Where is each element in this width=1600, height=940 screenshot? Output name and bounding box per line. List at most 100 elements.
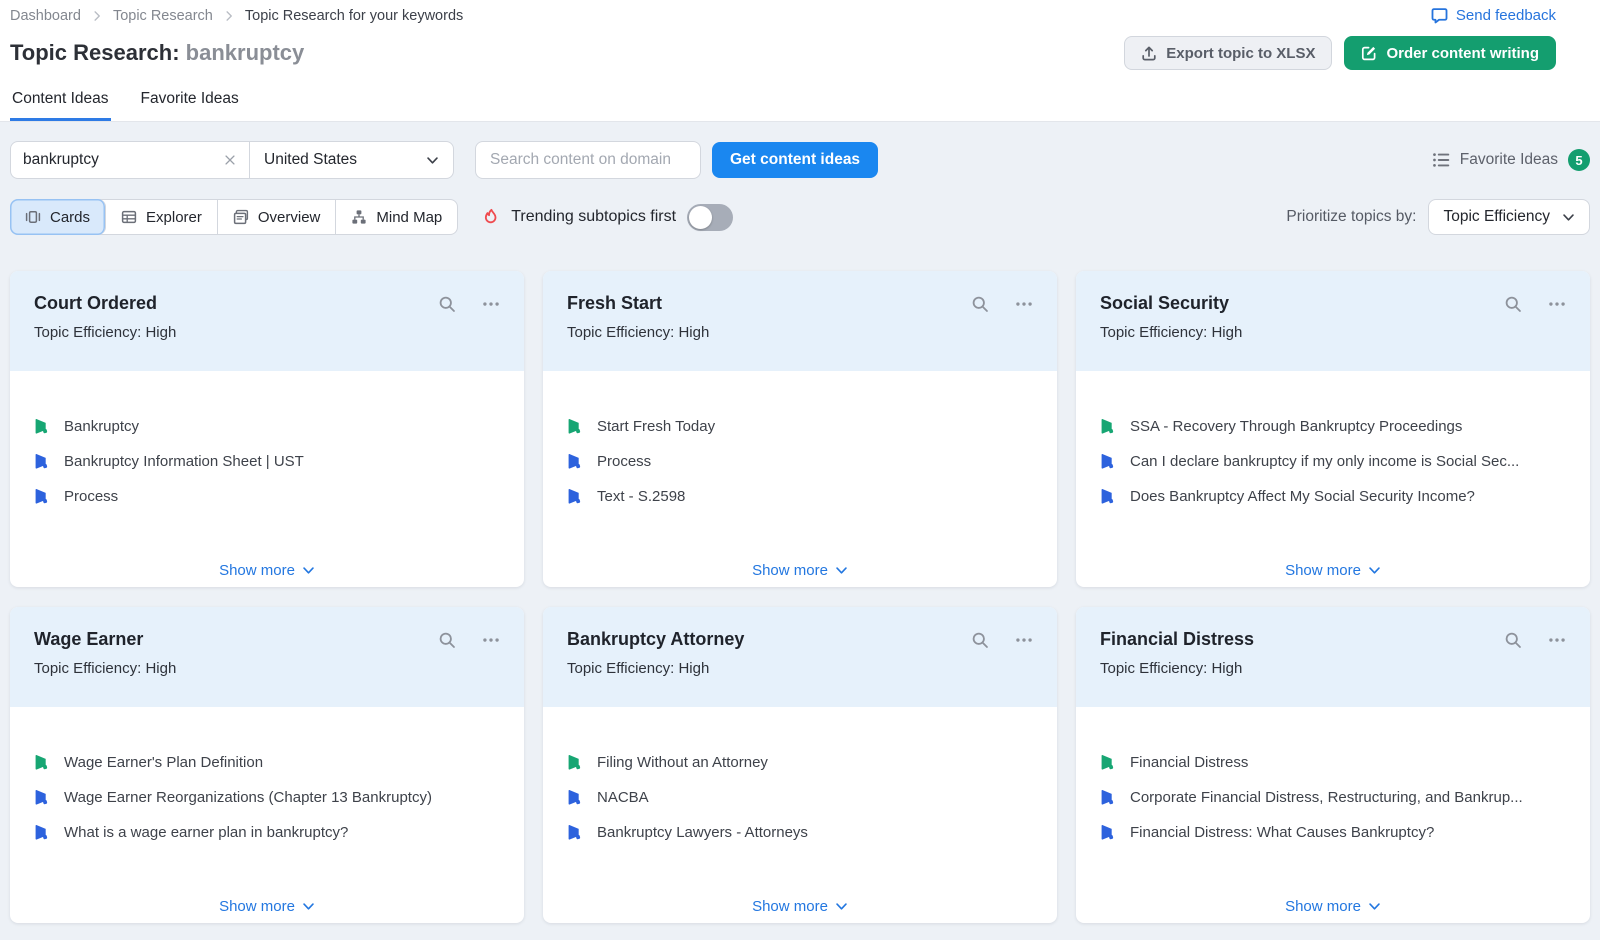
breadcrumb-topic-research[interactable]: Topic Research: [113, 8, 213, 24]
idea-item[interactable]: Bankruptcy: [34, 415, 500, 437]
send-feedback-link[interactable]: Send feedback: [1431, 7, 1556, 24]
edit-icon: [1361, 45, 1377, 61]
prioritize-select[interactable]: Topic Efficiency: [1428, 199, 1590, 235]
idea-text: Can I declare bankruptcy if my only inco…: [1130, 453, 1519, 470]
card-title: Wage Earner: [34, 629, 143, 650]
trending-toggle[interactable]: [687, 204, 733, 231]
megaphone-icon: [567, 418, 584, 435]
view-mindmap-label: Mind Map: [376, 209, 442, 226]
idea-item[interactable]: Process: [567, 450, 1033, 472]
view-explorer[interactable]: Explorer: [106, 200, 218, 234]
idea-item[interactable]: What is a wage earner plan in bankruptcy…: [34, 821, 500, 843]
kebab-menu-icon[interactable]: [482, 631, 500, 649]
list-icon: [1432, 151, 1450, 169]
keyword-input[interactable]: [23, 151, 223, 169]
megaphone-icon: [34, 754, 51, 771]
idea-text: SSA - Recovery Through Bankruptcy Procee…: [1130, 418, 1462, 435]
card-body: Start Fresh Today Process Text - S.2598 …: [543, 371, 1057, 587]
idea-item[interactable]: Bankruptcy Information Sheet | UST: [34, 450, 500, 472]
domain-search-input[interactable]: [475, 141, 701, 179]
search-icon[interactable]: [971, 631, 989, 649]
idea-text: Text - S.2598: [597, 488, 685, 505]
breadcrumb-dashboard[interactable]: Dashboard: [10, 8, 81, 24]
export-xlsx-button[interactable]: Export topic to XLSX: [1124, 36, 1332, 70]
megaphone-icon: [567, 488, 584, 505]
idea-item[interactable]: Financial Distress: [1100, 751, 1566, 773]
idea-item[interactable]: Financial Distress: What Causes Bankrupt…: [1100, 821, 1566, 843]
content-area: United States Get content ideas Favorite…: [0, 122, 1600, 923]
view-cards-label: Cards: [50, 209, 90, 226]
view-explorer-label: Explorer: [146, 209, 202, 226]
card-header: Court Ordered Topic Efficiency: High: [10, 271, 524, 371]
prioritize-value: Topic Efficiency: [1443, 208, 1550, 226]
page-title: Topic Research: bankruptcy: [10, 40, 304, 66]
idea-item[interactable]: Bankruptcy Lawyers - Attorneys: [567, 821, 1033, 843]
tab-favorite-ideas[interactable]: Favorite Ideas: [139, 90, 241, 121]
show-more-link[interactable]: Show more: [543, 898, 1057, 915]
idea-text: Wage Earner Reorganizations (Chapter 13 …: [64, 789, 432, 806]
idea-item[interactable]: NACBA: [567, 786, 1033, 808]
kebab-menu-icon[interactable]: [1015, 295, 1033, 313]
favorite-ideas-link[interactable]: Favorite Ideas 5: [1432, 149, 1590, 171]
clear-keyword-icon[interactable]: [223, 153, 237, 167]
idea-item[interactable]: Does Bankruptcy Affect My Social Securit…: [1100, 485, 1566, 507]
show-more-link[interactable]: Show more: [1076, 562, 1590, 579]
idea-item[interactable]: Filing Without an Attorney: [567, 751, 1033, 773]
card-title: Court Ordered: [34, 293, 157, 314]
tab-content-ideas[interactable]: Content Ideas: [10, 90, 111, 121]
search-icon[interactable]: [1504, 295, 1522, 313]
trending-control: Trending subtopics first: [482, 204, 733, 231]
prioritize-control: Prioritize topics by: Topic Efficiency: [1286, 199, 1590, 235]
chevron-right-icon: [223, 10, 235, 22]
idea-item[interactable]: Start Fresh Today: [567, 415, 1033, 437]
idea-item[interactable]: Corporate Financial Distress, Restructur…: [1100, 786, 1566, 808]
chevron-right-icon: [91, 10, 103, 22]
idea-item[interactable]: Can I declare bankruptcy if my only inco…: [1100, 450, 1566, 472]
prioritize-label: Prioritize topics by:: [1286, 208, 1416, 226]
order-content-writing-button[interactable]: Order content writing: [1344, 36, 1556, 70]
idea-text: NACBA: [597, 789, 649, 806]
keyword-input-wrap: [11, 142, 250, 178]
topic-efficiency: Topic Efficiency: High: [34, 660, 500, 677]
topic-efficiency: Topic Efficiency: High: [567, 324, 1033, 341]
get-content-ideas-button[interactable]: Get content ideas: [712, 142, 878, 178]
cards-icon: [25, 209, 41, 225]
kebab-menu-icon[interactable]: [1548, 631, 1566, 649]
idea-item[interactable]: SSA - Recovery Through Bankruptcy Procee…: [1100, 415, 1566, 437]
view-mindmap[interactable]: Mind Map: [336, 200, 457, 234]
megaphone-icon: [567, 453, 584, 470]
megaphone-icon: [34, 453, 51, 470]
chat-icon: [1431, 7, 1448, 24]
idea-item[interactable]: Process: [34, 485, 500, 507]
kebab-menu-icon[interactable]: [1015, 631, 1033, 649]
megaphone-icon: [1100, 789, 1117, 806]
view-overview[interactable]: Overview: [218, 200, 337, 234]
search-icon[interactable]: [1504, 631, 1522, 649]
country-select[interactable]: United States: [250, 142, 453, 178]
topic-research-page: Dashboard Topic Research Topic Research …: [0, 0, 1600, 923]
megaphone-icon: [1100, 824, 1117, 841]
show-more-link[interactable]: Show more: [10, 562, 524, 579]
search-icon[interactable]: [438, 631, 456, 649]
card-body: Financial Distress Corporate Financial D…: [1076, 707, 1590, 923]
idea-item[interactable]: Text - S.2598: [567, 485, 1033, 507]
order-content-writing-label: Order content writing: [1386, 45, 1539, 62]
topic-card-social-security: Social Security Topic Efficiency: High S…: [1076, 271, 1590, 587]
show-more-link[interactable]: Show more: [543, 562, 1057, 579]
show-more-link[interactable]: Show more: [1076, 898, 1590, 915]
kebab-menu-icon[interactable]: [482, 295, 500, 313]
topic-efficiency: Topic Efficiency: High: [34, 324, 500, 341]
kebab-menu-icon[interactable]: [1548, 295, 1566, 313]
favorite-ideas-label: Favorite Ideas: [1460, 151, 1558, 169]
view-cards[interactable]: Cards: [10, 199, 106, 235]
table-icon: [121, 209, 137, 225]
show-more-link[interactable]: Show more: [10, 898, 524, 915]
favorite-ideas-count-badge: 5: [1568, 149, 1590, 171]
search-icon[interactable]: [971, 295, 989, 313]
topic-efficiency: Topic Efficiency: High: [1100, 324, 1566, 341]
search-icon[interactable]: [438, 295, 456, 313]
idea-item[interactable]: Wage Earner Reorganizations (Chapter 13 …: [34, 786, 500, 808]
megaphone-icon: [34, 789, 51, 806]
export-xlsx-label: Export topic to XLSX: [1166, 45, 1315, 62]
idea-item[interactable]: Wage Earner's Plan Definition: [34, 751, 500, 773]
